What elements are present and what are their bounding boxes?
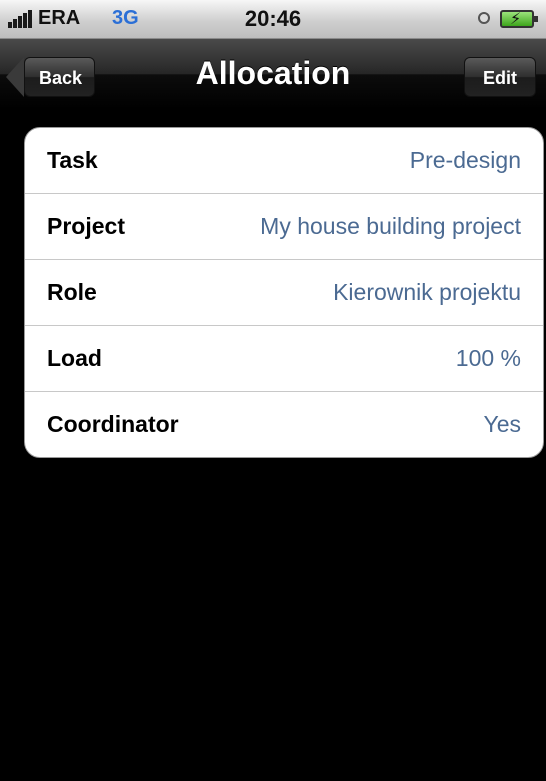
navigation-bar: Back Allocation Edit — [0, 39, 546, 110]
row-label: Coordinator — [47, 411, 179, 437]
status-time: 20:46 — [244, 6, 302, 31]
row-label: Task — [47, 147, 98, 173]
screen: ERA 3G 20:46 ⚡ Back Allocation Edit Task… — [0, 0, 546, 781]
table-row-role[interactable]: Role Kierownik projektu — [25, 260, 543, 326]
allocation-details-table: Task Pre-design Project My house buildin… — [24, 127, 544, 458]
table-row-project[interactable]: Project My house building project — [25, 194, 543, 260]
row-label: Load — [47, 345, 102, 371]
battery-charging-icon: ⚡ — [500, 10, 538, 28]
row-value: 100 % — [455, 345, 521, 371]
edit-button[interactable]: Edit — [464, 57, 536, 97]
row-value: Yes — [483, 411, 521, 437]
row-value: Kierownik projektu — [333, 279, 521, 305]
row-label: Project — [47, 213, 125, 239]
alarm-icon — [478, 12, 490, 24]
table-row-coordinator[interactable]: Coordinator Yes — [25, 392, 543, 457]
row-value: My house building project — [260, 213, 521, 239]
status-bar: ERA 3G 20:46 ⚡ — [0, 0, 546, 39]
table-row-task[interactable]: Task Pre-design — [25, 128, 543, 194]
table-row-load[interactable]: Load 100 % — [25, 326, 543, 392]
row-label: Role — [47, 279, 97, 305]
row-value: Pre-design — [409, 147, 521, 173]
